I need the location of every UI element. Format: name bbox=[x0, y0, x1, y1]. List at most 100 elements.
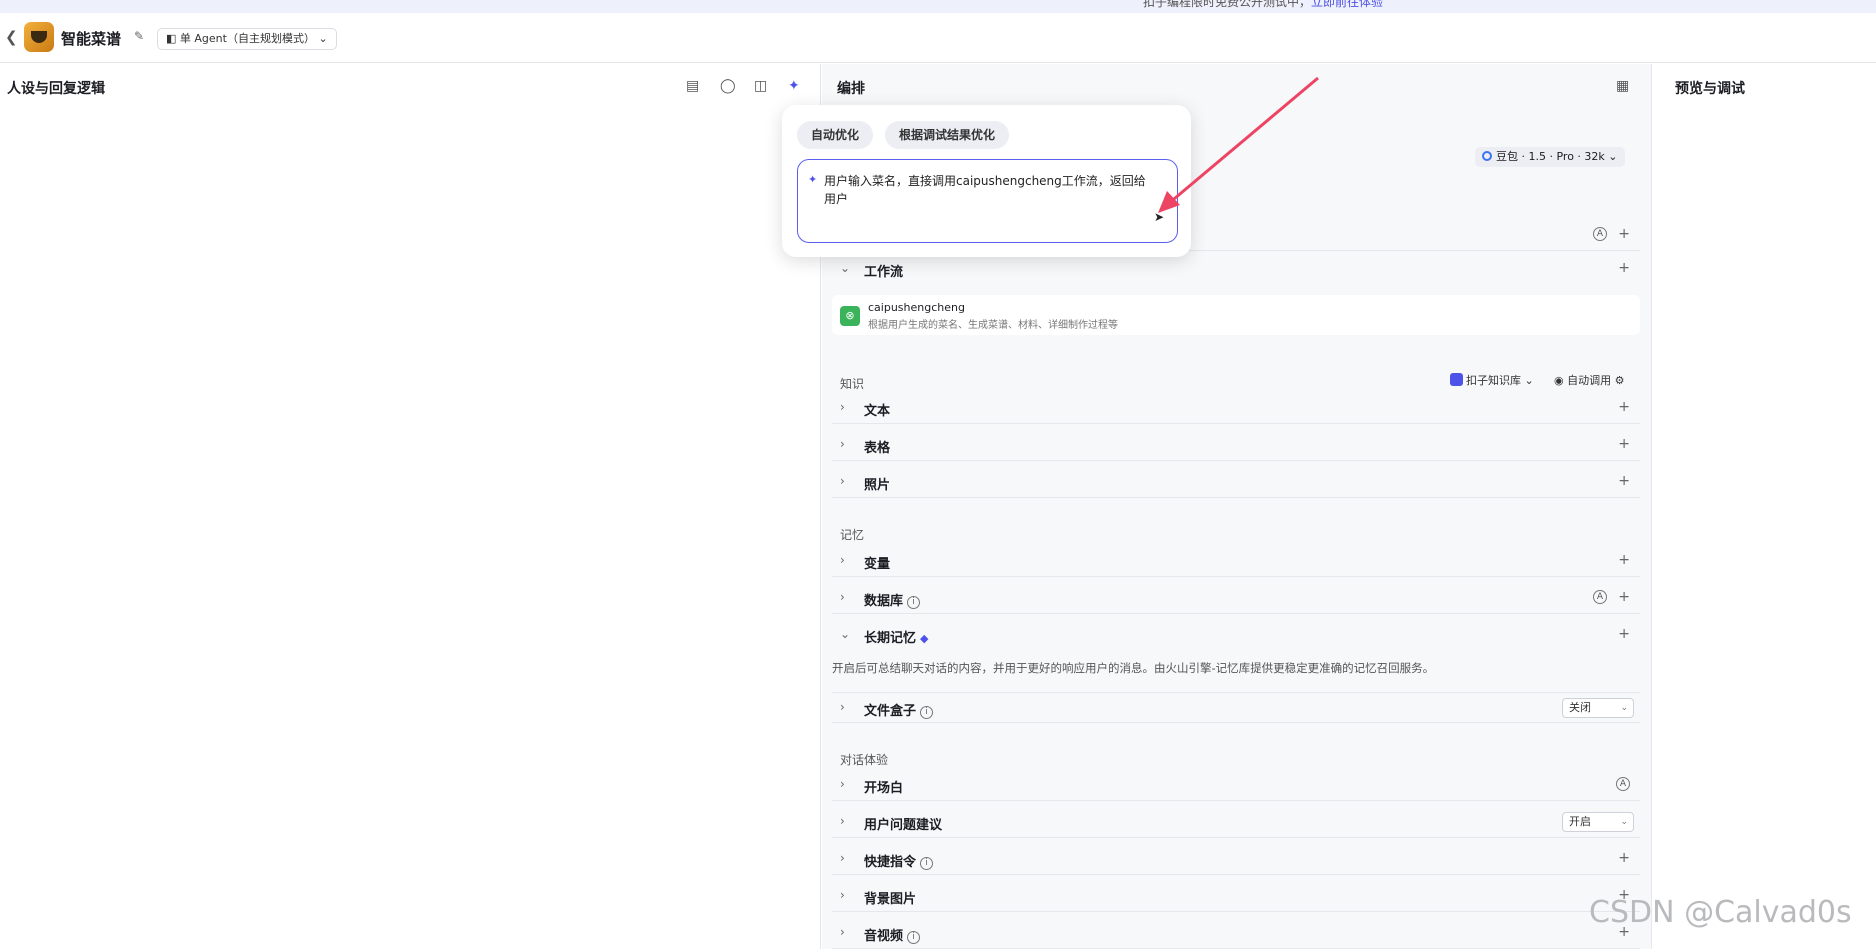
premium-gem-icon: ◆ bbox=[920, 632, 929, 645]
info-icon[interactable]: i bbox=[907, 931, 921, 944]
file-box-text: 文件盒子 bbox=[864, 704, 917, 719]
preview-title: 预览与调试 bbox=[1675, 81, 1745, 97]
prompt-optimize-popup: 自动优化 根据调试结果优化 ✦ 用户输入菜名，直接调用caipushengche… bbox=[782, 105, 1191, 257]
suggestions-select[interactable]: 开启 ⌄ bbox=[1562, 812, 1634, 832]
mode-label: 单 Agent（自主规划模式） bbox=[179, 32, 315, 45]
workflow-row[interactable]: ⌄ 工作流 + bbox=[832, 254, 1640, 285]
database-row[interactable]: › 数据库 i A + bbox=[832, 583, 1640, 614]
media-label: 音视频 i bbox=[864, 925, 921, 944]
plus-icon[interactable]: + bbox=[1618, 626, 1630, 642]
orchestration-title: 编排 bbox=[837, 81, 865, 97]
lightbulb-icon[interactable]: ◯ bbox=[720, 78, 736, 94]
plus-icon[interactable]: + bbox=[1618, 260, 1630, 276]
model-label: 豆包 · 1.5 · Pro · 32k bbox=[1496, 150, 1605, 163]
long-term-memory-row[interactable]: ⌄ 长期记忆 ◆ + bbox=[832, 620, 1640, 651]
knowledge-text-label: 文本 bbox=[864, 404, 891, 419]
optimize-prompt-input[interactable]: ✦ 用户输入菜名，直接调用caipushengcheng工作流，返回给用户 ➤ bbox=[797, 159, 1178, 243]
plus-icon[interactable]: + bbox=[1618, 226, 1630, 242]
auto-icon: A bbox=[1616, 777, 1630, 791]
banner-text: 扣子编程限时免费公开测试中，立即前往体验 bbox=[1143, 0, 1383, 10]
agent-mode-select[interactable]: ◧ 单 Agent（自主规划模式） ⌄ bbox=[157, 28, 337, 50]
edit-icon[interactable]: ✎ bbox=[134, 29, 144, 43]
back-icon[interactable]: ❮ bbox=[5, 28, 18, 46]
plus-icon[interactable]: + bbox=[1618, 473, 1630, 489]
call-mode-select[interactable]: ◉ 自动调用 ⚙ bbox=[1554, 372, 1624, 388]
file-box-row[interactable]: › 文件盒子 i 关闭 ⌄ bbox=[832, 692, 1640, 723]
call-mode-label: 自动调用 bbox=[1567, 374, 1612, 387]
kb-source-select[interactable]: 扣子知识库 ⌄ bbox=[1450, 372, 1534, 388]
knowledge-label: 知识 bbox=[840, 377, 865, 391]
long-term-label: 长期记忆 ◆ bbox=[864, 627, 928, 646]
chevron-down-icon: ⌄ bbox=[1620, 703, 1628, 713]
info-icon[interactable]: i bbox=[920, 857, 934, 870]
knowledge-table-row[interactable]: › 表格 + bbox=[832, 430, 1640, 461]
chevron-right-icon: › bbox=[840, 814, 845, 828]
preview-panel: 预览与调试 bbox=[1653, 64, 1876, 949]
variables-label: 变量 bbox=[864, 557, 891, 572]
model-logo-icon bbox=[1482, 151, 1492, 161]
file-box-select[interactable]: 关闭 ⌄ bbox=[1562, 698, 1634, 718]
send-icon[interactable]: ➤ bbox=[1154, 210, 1164, 224]
chevron-right-icon: › bbox=[840, 925, 845, 939]
knowledge-photo-label: 照片 bbox=[864, 478, 891, 493]
plus-icon[interactable]: + bbox=[1618, 399, 1630, 415]
optimize-sparkle-icon[interactable]: ✦ bbox=[788, 78, 800, 94]
sparkle-icon: ✦ bbox=[808, 173, 818, 186]
chevron-right-icon: › bbox=[840, 474, 845, 488]
info-icon[interactable]: i bbox=[907, 596, 921, 609]
knowledge-text-row[interactable]: › 文本 + bbox=[832, 393, 1640, 424]
shortcuts-label: 快捷指令 i bbox=[864, 851, 934, 870]
plus-icon[interactable]: + bbox=[1618, 850, 1630, 866]
chevron-down-icon: ⌄ bbox=[840, 261, 851, 275]
workflow-name: caipushengcheng bbox=[868, 301, 965, 314]
chevron-right-icon: › bbox=[840, 590, 845, 604]
chevron-down-icon: ⌄ bbox=[1524, 374, 1534, 387]
media-row[interactable]: › 音视频 i + bbox=[832, 918, 1640, 949]
app-name: 智能菜谱 bbox=[61, 30, 122, 48]
persona-panel: 人设与回复逻辑 ▤ ◯ ◫ ✦ bbox=[0, 64, 821, 949]
plus-icon[interactable]: + bbox=[1618, 552, 1630, 568]
debug-optimize-chip[interactable]: 根据调试结果优化 bbox=[885, 121, 1010, 149]
top-banner: 扣子编程限时免费公开测试中，立即前往体验 bbox=[0, 0, 1876, 13]
layout-icon[interactable]: ◫ bbox=[754, 78, 767, 94]
chevron-right-icon: › bbox=[840, 851, 845, 865]
info-icon[interactable]: i bbox=[920, 706, 934, 719]
variables-row[interactable]: › 变量 + bbox=[832, 546, 1640, 577]
chevron-down-icon: ⌄ bbox=[840, 627, 851, 641]
background-row[interactable]: › 背景图片 + bbox=[832, 881, 1640, 912]
experience-label: 对话体验 bbox=[840, 753, 889, 767]
shortcuts-text: 快捷指令 bbox=[864, 855, 917, 870]
suggestions-row[interactable]: › 用户问题建议 开启 ⌄ bbox=[832, 807, 1640, 838]
banner-message: 扣子编程限时免费公开测试中， bbox=[1143, 0, 1312, 9]
model-select[interactable]: 豆包 · 1.5 · Pro · 32k ⌄ bbox=[1475, 147, 1625, 167]
app-logo bbox=[24, 22, 54, 52]
media-text: 音视频 bbox=[864, 929, 904, 944]
gear-icon: ⚙ bbox=[1614, 374, 1625, 387]
plus-icon[interactable]: + bbox=[1618, 436, 1630, 452]
auto-optimize-chip[interactable]: 自动优化 bbox=[797, 121, 874, 149]
knowledge-photo-row[interactable]: › 照片 + bbox=[832, 467, 1640, 498]
banner-link[interactable]: 立即前往体验 bbox=[1311, 0, 1383, 9]
chevron-down-icon: ⌄ bbox=[1608, 150, 1618, 163]
chevron-down-icon: ⌄ bbox=[318, 32, 328, 45]
top-bar: ❮ 智能菜谱 ✎ ◧ 单 Agent（自主规划模式） ⌄ bbox=[0, 13, 1876, 63]
auto-icon: A bbox=[1593, 227, 1607, 241]
kb-source-label: 扣子知识库 bbox=[1466, 374, 1521, 387]
database-label: 数据库 i bbox=[864, 590, 921, 609]
chevron-right-icon: › bbox=[840, 777, 845, 791]
kb-logo-icon bbox=[1450, 373, 1463, 386]
workflow-icon: ⊗ bbox=[840, 306, 860, 326]
memory-label: 记忆 bbox=[840, 528, 865, 542]
workflow-item[interactable]: ⊗ caipushengcheng 根据用户生成的菜名、生成菜谱、材料、详细制作… bbox=[832, 295, 1640, 335]
opening-label: 开场白 bbox=[864, 781, 904, 796]
grid-icon[interactable]: ▦ bbox=[1616, 78, 1629, 94]
persona-title: 人设与回复逻辑 bbox=[7, 81, 105, 97]
plus-icon[interactable]: + bbox=[1618, 589, 1630, 605]
optimize-prompt-text: 用户输入菜名，直接调用caipushengcheng工作流，返回给用户 bbox=[824, 174, 1146, 206]
opening-row[interactable]: › 开场白 A bbox=[832, 770, 1640, 801]
workflow-desc: 根据用户生成的菜名、生成菜谱、材料、详细制作过程等 bbox=[868, 320, 1118, 331]
prompt-library-icon[interactable]: ▤ bbox=[686, 78, 699, 94]
auto-icon: A bbox=[1593, 590, 1607, 604]
long-term-desc: 开启后可总结聊天对话的内容，并用于更好的响应用户的消息。由火山引擎-记忆库提供更… bbox=[832, 661, 1435, 675]
shortcuts-row[interactable]: › 快捷指令 i + bbox=[832, 844, 1640, 875]
